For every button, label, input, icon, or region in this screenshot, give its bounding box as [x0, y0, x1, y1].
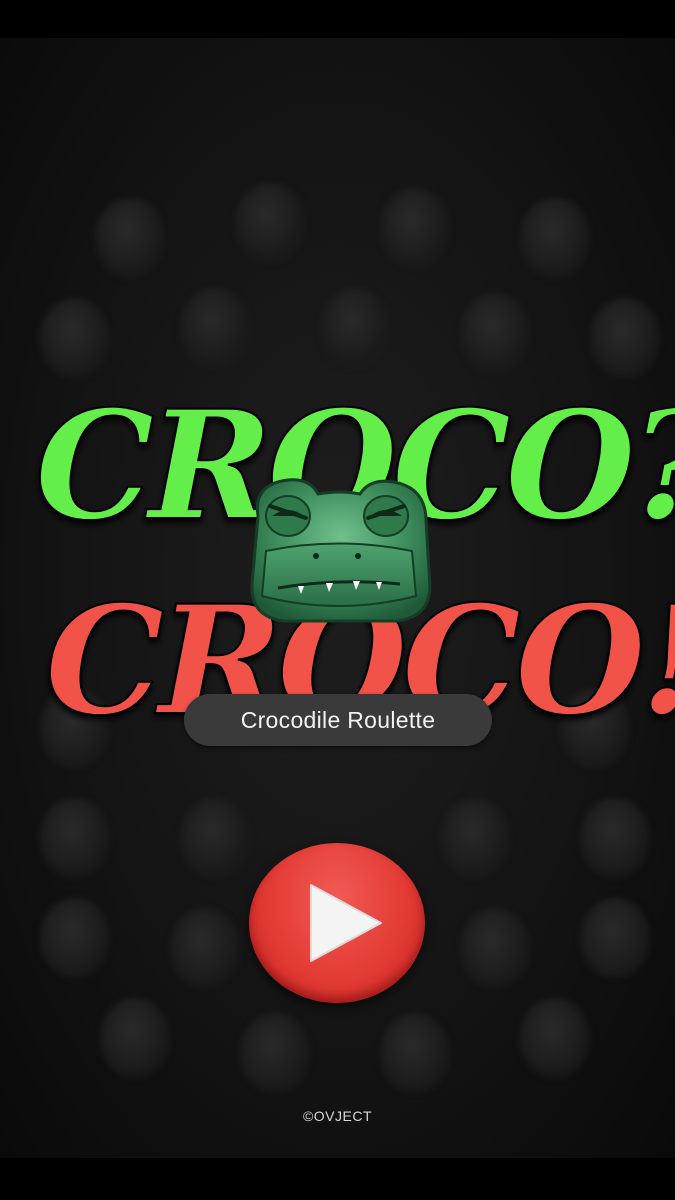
- play-button[interactable]: [249, 843, 425, 1003]
- play-icon: [310, 884, 382, 962]
- game-screen: CROCO? CROCO! Crocodile Roulette ©OVJECT: [0, 38, 675, 1158]
- crocodile-head-icon: [250, 478, 432, 623]
- subtitle-text: Crocodile Roulette: [240, 706, 436, 733]
- subtitle-badge: Crocodile Roulette: [184, 694, 492, 746]
- game-title-logo: CROCO? CROCO!: [34, 377, 675, 728]
- copyright-text: ©OVJECT: [302, 1108, 373, 1124]
